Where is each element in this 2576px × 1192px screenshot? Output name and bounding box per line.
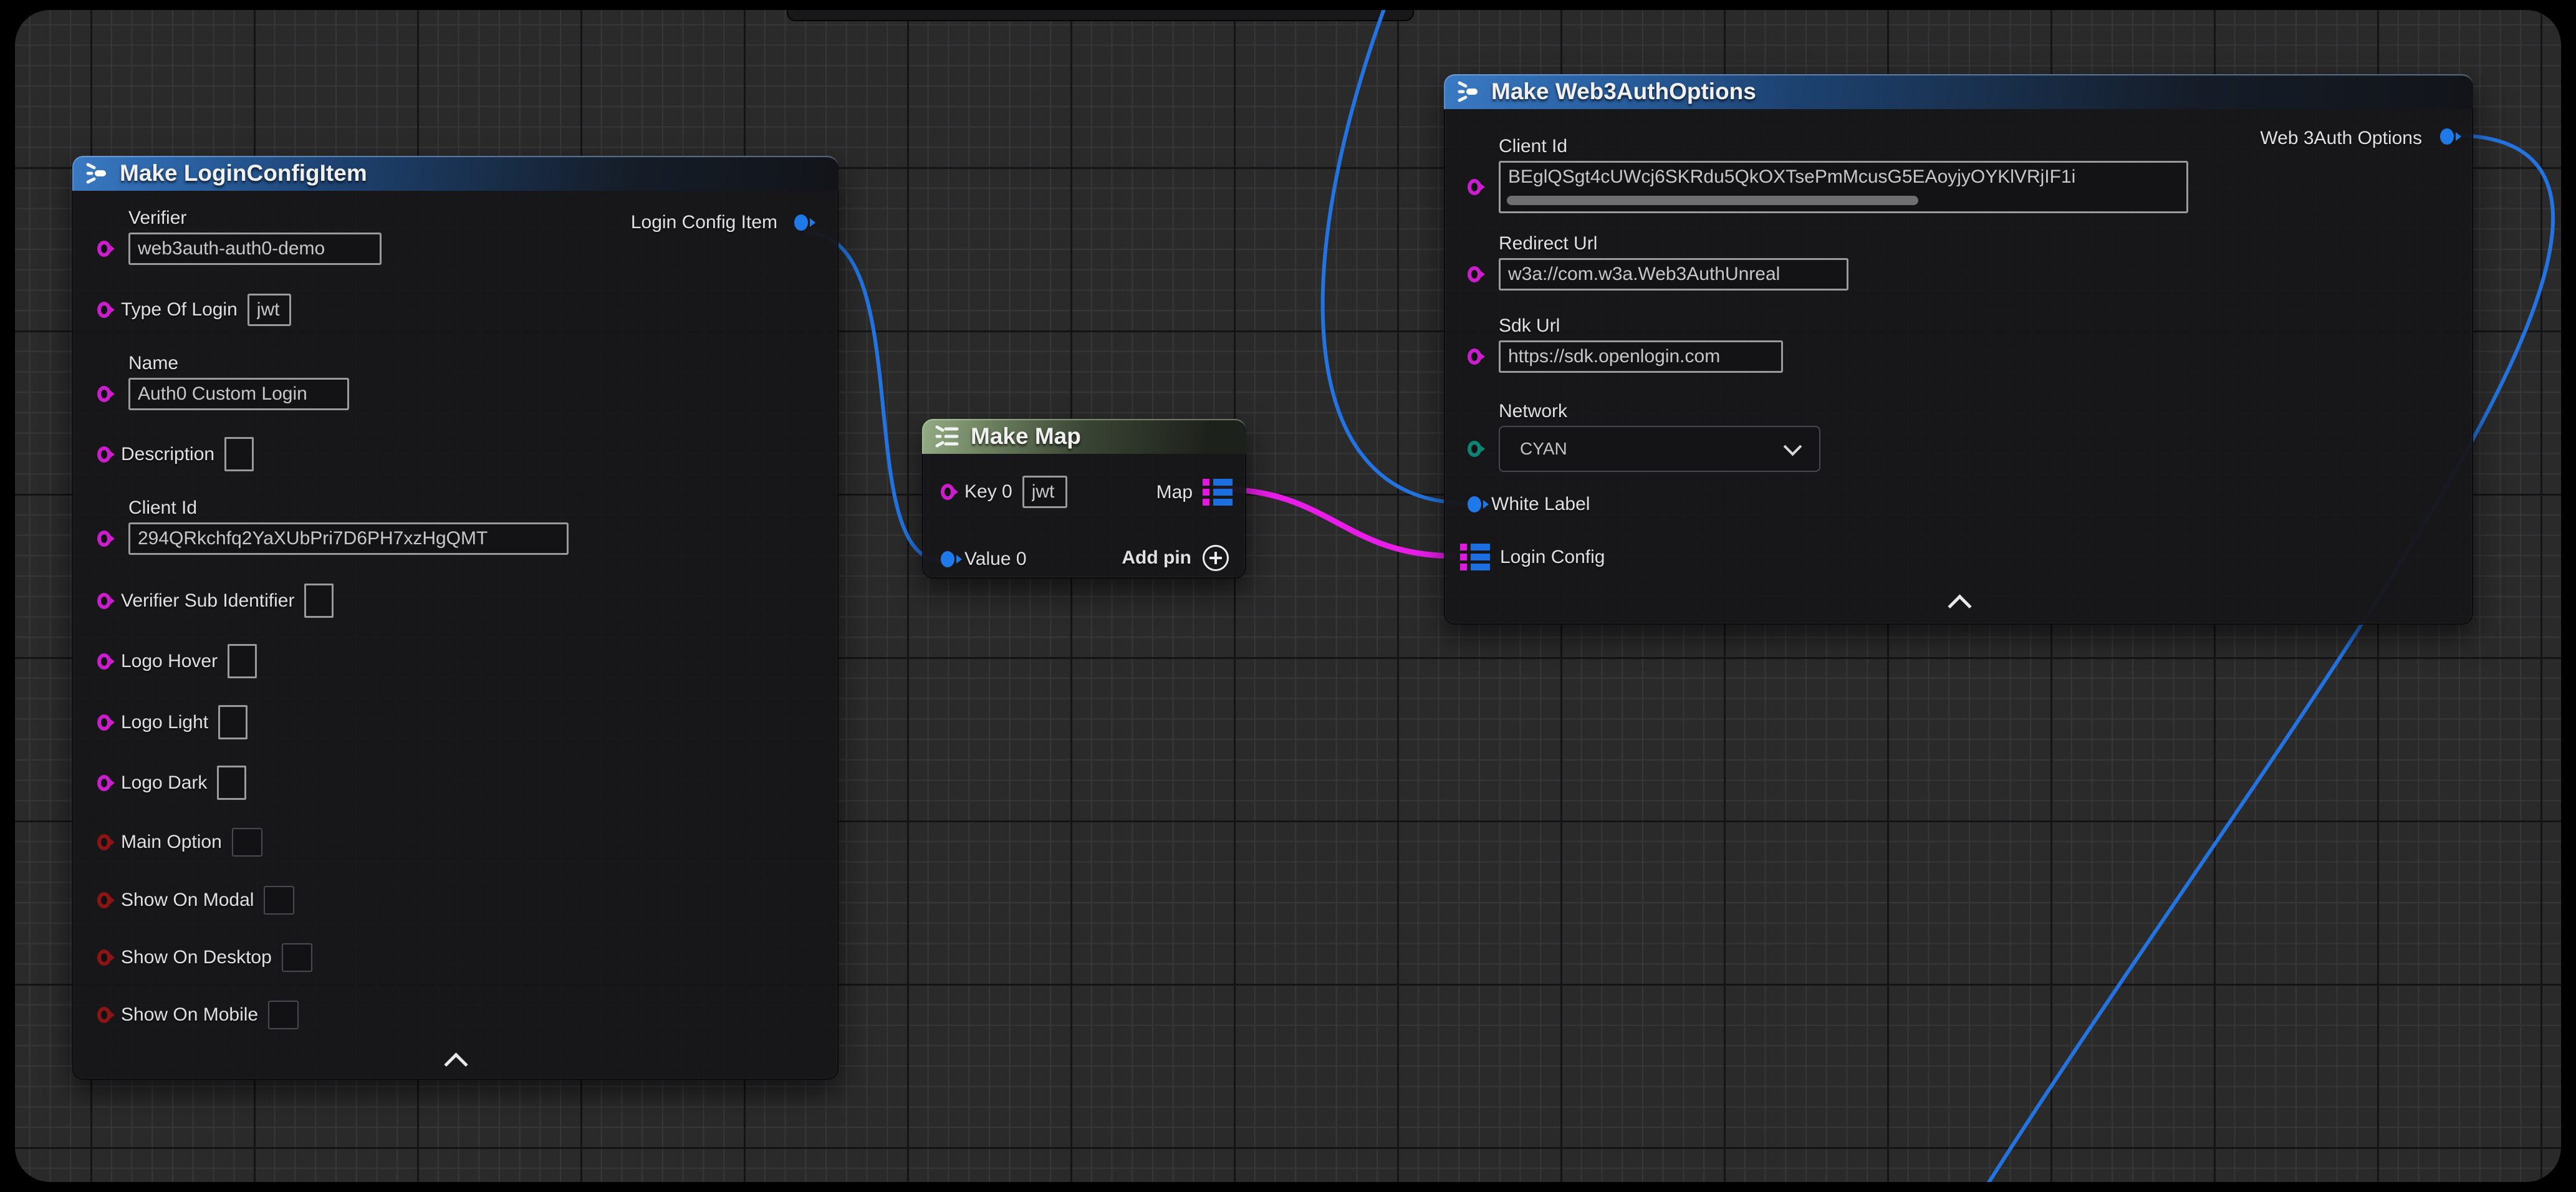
input-pin-key0[interactable] <box>941 484 954 500</box>
input-pin-type-of-login[interactable] <box>97 302 111 318</box>
output-pin-login-config-item[interactable] <box>794 214 808 231</box>
pin-label: Description <box>121 443 214 466</box>
add-pin-button[interactable]: Add pin <box>1122 545 1229 571</box>
input-pin-login-config[interactable] <box>1460 543 1490 572</box>
pin-label: Verifier <box>128 207 382 229</box>
input-pin-sdk-url[interactable] <box>1468 348 1481 365</box>
input-pin-client-id[interactable] <box>1468 179 1481 195</box>
pin-label: Logo Dark <box>121 772 207 794</box>
input-pin-client-id[interactable] <box>97 531 111 547</box>
make-struct-icon <box>1455 79 1481 104</box>
node-make-map-header[interactable]: Make Map <box>922 419 1246 454</box>
input-pin-verifier-sub-identifier[interactable] <box>97 593 111 609</box>
client-id-value: BEglQSgt4cUWcj6SKRdu5QkOXTsePmMcusG5EAoy… <box>1508 164 2075 190</box>
verifier-sub-identifier-field[interactable] <box>304 584 334 618</box>
pin-label: Verifier Sub Identifier <box>121 590 294 612</box>
input-pin-description[interactable] <box>97 446 111 463</box>
output-pin-web3auth-options[interactable] <box>2440 128 2454 145</box>
network-selected-value: CYAN <box>1520 439 1567 459</box>
output-pin-label: Web 3Auth Options <box>2260 128 2422 149</box>
add-pin-label: Add pin <box>1122 547 1191 569</box>
horizontal-scrollbar-thumb[interactable] <box>1507 196 1918 205</box>
node-title: Make Map <box>971 423 1081 449</box>
pin-label: Sdk Url <box>1499 315 1783 337</box>
input-pin-main-option[interactable] <box>97 834 111 850</box>
pin-label: Show On Modal <box>121 889 254 911</box>
sdk-url-field[interactable] <box>1499 340 1783 373</box>
show-on-modal-checkbox[interactable] <box>264 886 294 915</box>
pin-label: Main Option <box>121 831 222 853</box>
logo-dark-field[interactable] <box>217 766 246 800</box>
node-title: Make Web3AuthOptions <box>1491 79 1756 105</box>
network-dropdown[interactable]: CYAN <box>1499 426 1820 472</box>
output-pin-map[interactable] <box>1203 478 1233 507</box>
pin-label: Key 0 <box>964 481 1012 503</box>
description-field[interactable] <box>224 437 254 471</box>
pin-label: White Label <box>1491 493 1590 516</box>
add-pin-plus-icon <box>1203 545 1229 571</box>
make-map-icon <box>933 424 961 449</box>
pin-label: Login Config <box>1500 546 1605 569</box>
blueprint-graph-canvas[interactable]: Make LoginConfigItem Login Config Item V… <box>15 10 2561 1182</box>
make-struct-icon <box>84 161 110 186</box>
input-pin-show-on-mobile[interactable] <box>97 1007 111 1023</box>
offscreen-node-edge <box>787 10 1414 21</box>
node-title: Make LoginConfigItem <box>120 160 367 186</box>
input-pin-logo-hover[interactable] <box>97 653 111 670</box>
verifier-field[interactable] <box>128 233 382 265</box>
input-pin-white-label[interactable] <box>1468 496 1481 512</box>
input-pin-network[interactable] <box>1468 441 1481 457</box>
redirect-url-field[interactable] <box>1499 258 1848 291</box>
key0-field[interactable] <box>1022 476 1067 508</box>
logo-light-field[interactable] <box>218 705 248 739</box>
client-id-field[interactable]: BEglQSgt4cUWcj6SKRdu5QkOXTsePmMcusG5EAoy… <box>1499 161 2188 213</box>
pin-label: Logo Hover <box>121 650 218 673</box>
input-pin-logo-dark[interactable] <box>97 775 111 791</box>
logo-hover-field[interactable] <box>228 644 257 678</box>
wire-map-to-login-config[interactable] <box>1214 489 1456 556</box>
client-id-field[interactable] <box>128 522 569 555</box>
node-make-map: Make Map Key 0 Map Value 0 Add pin <box>922 419 1246 579</box>
pin-label: Logo Light <box>121 711 208 734</box>
main-option-checkbox[interactable] <box>232 828 262 857</box>
chevron-down-icon <box>1784 437 1802 456</box>
pin-label: Show On Mobile <box>121 1004 258 1026</box>
node-make-web3authoptions-header[interactable]: Make Web3AuthOptions <box>1444 74 2473 109</box>
pin-label: Client Id <box>128 497 569 519</box>
node-make-loginconfigitem-header[interactable]: Make LoginConfigItem <box>72 156 839 191</box>
pin-label: Value 0 <box>964 548 1027 570</box>
pin-label: Type Of Login <box>121 299 238 321</box>
output-pin-label: Map <box>1156 481 1193 504</box>
name-field[interactable] <box>128 378 349 410</box>
pin-label: Client Id <box>1499 135 2188 158</box>
input-pin-name[interactable] <box>97 386 111 402</box>
collapse-node-chevron-icon[interactable] <box>1948 594 1971 618</box>
input-pin-logo-light[interactable] <box>97 714 111 731</box>
pin-label: Redirect Url <box>1499 233 1848 255</box>
input-pin-value0[interactable] <box>941 551 954 567</box>
show-on-desktop-checkbox[interactable] <box>282 943 312 972</box>
output-pin-label: Login Config Item <box>631 212 777 233</box>
input-pin-verifier[interactable] <box>97 241 111 257</box>
show-on-mobile-checkbox[interactable] <box>268 1001 299 1029</box>
node-make-web3authoptions: Make Web3AuthOptions Web 3Auth Options C… <box>1444 74 2473 625</box>
pin-label: Network <box>1499 400 1820 423</box>
pin-label: Show On Desktop <box>121 946 272 969</box>
type-of-login-field[interactable] <box>248 294 291 326</box>
collapse-node-chevron-icon[interactable] <box>444 1052 468 1076</box>
pin-label: Name <box>128 352 349 375</box>
input-pin-show-on-desktop[interactable] <box>97 949 111 966</box>
node-make-loginconfigitem: Make LoginConfigItem Login Config Item V… <box>72 156 839 1080</box>
input-pin-redirect-url[interactable] <box>1468 266 1481 282</box>
input-pin-show-on-modal[interactable] <box>97 892 111 908</box>
